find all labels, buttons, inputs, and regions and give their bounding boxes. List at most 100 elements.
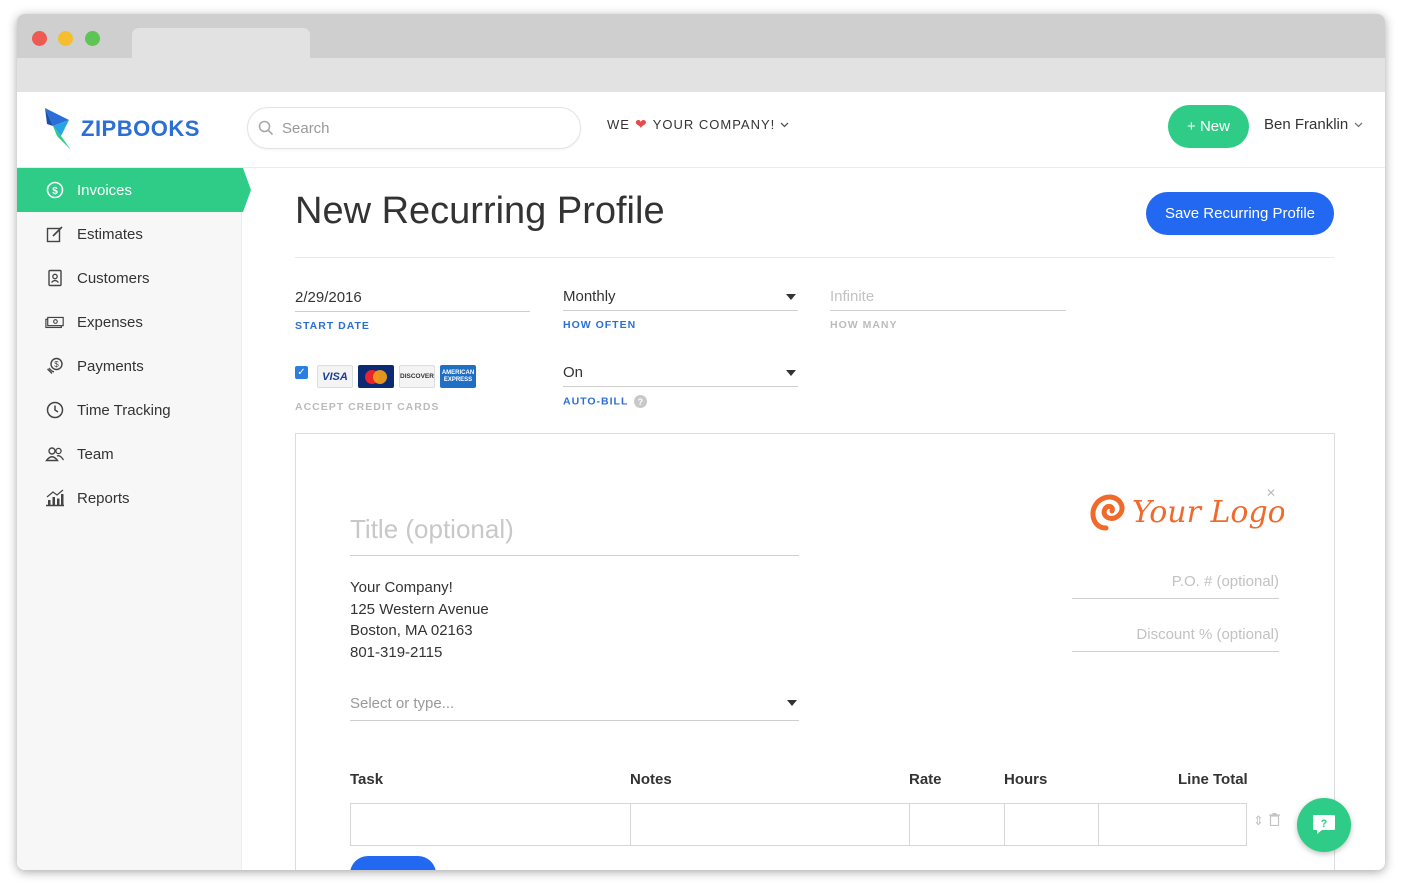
sidebar-item-label: Time Tracking bbox=[77, 401, 171, 419]
line-total-cell bbox=[1099, 804, 1246, 845]
add-line-item-button[interactable] bbox=[350, 856, 436, 870]
trash-icon[interactable] bbox=[1268, 813, 1280, 829]
svg-text:?: ? bbox=[1321, 818, 1328, 830]
auto-bill-label-row: AUTO-BILL? bbox=[563, 395, 798, 408]
accept-credit-cards-checkbox[interactable]: ✓ bbox=[295, 366, 308, 379]
chart-icon bbox=[45, 488, 65, 508]
notes-cell[interactable] bbox=[631, 804, 910, 845]
rate-cell[interactable] bbox=[910, 804, 1005, 845]
auto-bill-field[interactable]: On AUTO-BILL? bbox=[563, 359, 798, 408]
mastercard-icon bbox=[358, 365, 394, 388]
sidebar-item-payments[interactable]: $ Payments bbox=[17, 344, 241, 388]
address-line: Your Company! bbox=[350, 579, 453, 596]
invoice-title-input[interactable]: Title (optional) bbox=[350, 504, 799, 556]
how-often-label: HOW OFTEN bbox=[563, 319, 637, 331]
credit-cards-toggle[interactable]: ✓ VISA DISCOVER AMERICAN EXPRESS bbox=[295, 365, 476, 388]
amex-card-icon: AMERICAN EXPRESS bbox=[440, 365, 476, 388]
caret-down-icon bbox=[786, 369, 796, 376]
sidebar-item-label: Team bbox=[77, 445, 114, 463]
start-date-field[interactable]: 2/29/2016 START DATE bbox=[295, 284, 530, 332]
sidebar-item-label: Customers bbox=[77, 269, 150, 287]
user-menu[interactable]: Ben Franklin bbox=[1264, 116, 1363, 133]
discover-card-icon: DISCOVER bbox=[399, 365, 435, 388]
new-button[interactable]: + New bbox=[1168, 105, 1249, 148]
edit-icon bbox=[45, 224, 65, 244]
column-header-rate: Rate bbox=[909, 771, 942, 788]
contact-card-icon bbox=[45, 268, 65, 288]
how-many-input[interactable]: Infinite bbox=[830, 283, 1066, 311]
chat-help-icon: ? bbox=[1313, 815, 1335, 834]
company-name: YOUR COMPANY! bbox=[652, 117, 776, 132]
main-content: New Recurring Profile Save Recurring Pro… bbox=[242, 168, 1385, 870]
browser-titlebar bbox=[17, 14, 1385, 92]
app: ZIPBOOKS WE ❤ YOUR COMPANY! + New Ben Fr… bbox=[17, 92, 1385, 870]
caret-down-icon bbox=[787, 700, 797, 706]
help-icon[interactable]: ? bbox=[634, 395, 648, 408]
accept-credit-cards-label: ACCEPT CREDIT CARDS bbox=[295, 401, 440, 413]
auto-bill-select[interactable]: On bbox=[563, 359, 798, 387]
sidebar-item-team[interactable]: Team bbox=[17, 432, 241, 476]
hours-cell[interactable] bbox=[1005, 804, 1099, 845]
search-input[interactable] bbox=[282, 119, 562, 137]
logo-image: Your Logo bbox=[1090, 494, 1286, 531]
sidebar-item-reports[interactable]: Reports bbox=[17, 476, 241, 520]
client-select-placeholder: Select or type... bbox=[350, 694, 455, 712]
column-header-notes: Notes bbox=[630, 771, 672, 788]
heart-icon: ❤ bbox=[634, 116, 648, 132]
invoice-editor: Title (optional) Your Company! 125 Weste… bbox=[295, 433, 1335, 870]
sidebar-item-estimates[interactable]: Estimates bbox=[17, 212, 241, 256]
brand-name: ZIPBOOKS bbox=[81, 116, 200, 141]
company-address: Your Company! 125 Western Avenue Boston,… bbox=[350, 577, 489, 663]
save-recurring-profile-button[interactable]: Save Recurring Profile bbox=[1146, 192, 1334, 235]
sidebar-item-label: Reports bbox=[77, 489, 130, 507]
chevron-down-icon bbox=[780, 122, 789, 127]
search-box[interactable] bbox=[247, 107, 581, 149]
remove-logo-icon[interactable]: ✕ bbox=[1266, 486, 1276, 500]
auto-bill-label: AUTO-BILL bbox=[563, 395, 629, 408]
search-icon bbox=[258, 120, 274, 136]
how-many-label: HOW MANY bbox=[830, 319, 898, 331]
user-name: Ben Franklin bbox=[1264, 116, 1349, 133]
how-often-field[interactable]: Monthly HOW OFTEN bbox=[563, 283, 798, 331]
address-line: 125 Western Avenue bbox=[350, 600, 489, 618]
po-number-input[interactable]: P.O. # (optional) bbox=[1072, 564, 1279, 599]
company-menu-prefix: WE bbox=[607, 117, 630, 132]
svg-text:$: $ bbox=[52, 186, 58, 197]
brand-logo[interactable]: ZIPBOOKS bbox=[43, 106, 200, 152]
discount-input[interactable]: Discount % (optional) bbox=[1072, 617, 1279, 652]
close-window-button[interactable] bbox=[32, 31, 47, 46]
money-stack-icon bbox=[45, 312, 65, 332]
how-often-select[interactable]: Monthly bbox=[563, 283, 798, 311]
company-menu[interactable]: WE ❤ YOUR COMPANY! bbox=[607, 116, 789, 133]
browser-tab[interactable] bbox=[132, 28, 310, 59]
maximize-window-button[interactable] bbox=[85, 31, 100, 46]
reorder-icon[interactable]: ⇕ bbox=[1253, 813, 1264, 829]
address-line: 801-319-2115 bbox=[350, 643, 443, 661]
top-bar: ZIPBOOKS WE ❤ YOUR COMPANY! + New Ben Fr… bbox=[17, 92, 1385, 168]
sidebar: $ Invoices Estimates Customers Expenses … bbox=[17, 168, 251, 870]
line-item-tools: ⇕ bbox=[1253, 813, 1280, 829]
help-chat-button[interactable]: ? bbox=[1297, 798, 1351, 852]
sidebar-item-expenses[interactable]: Expenses bbox=[17, 300, 241, 344]
visa-card-icon: VISA bbox=[317, 365, 353, 388]
how-many-field[interactable]: Infinite HOW MANY bbox=[830, 283, 1066, 331]
sidebar-item-customers[interactable]: Customers bbox=[17, 256, 241, 300]
sidebar-item-invoices[interactable]: $ Invoices bbox=[17, 168, 251, 212]
browser-window: ZIPBOOKS WE ❤ YOUR COMPANY! + New Ben Fr… bbox=[17, 14, 1385, 870]
start-date-input[interactable]: 2/29/2016 bbox=[295, 284, 530, 312]
client-select[interactable]: Select or type... bbox=[350, 686, 799, 721]
column-header-line-total: Line Total bbox=[1178, 771, 1248, 788]
column-header-hours: Hours bbox=[1004, 771, 1048, 788]
sidebar-item-time-tracking[interactable]: Time Tracking bbox=[17, 388, 241, 432]
minimize-window-button[interactable] bbox=[58, 31, 73, 46]
how-often-value: Monthly bbox=[563, 288, 616, 305]
line-item-row bbox=[350, 803, 1247, 846]
column-header-task: Task bbox=[350, 771, 384, 788]
sidebar-item-label: Invoices bbox=[77, 181, 133, 199]
sidebar-item-label: Estimates bbox=[77, 225, 143, 243]
task-cell[interactable] bbox=[351, 804, 631, 845]
start-date-label: START DATE bbox=[295, 320, 370, 332]
chevron-down-icon bbox=[1354, 122, 1363, 127]
caret-down-icon bbox=[786, 293, 796, 300]
company-logo-placeholder[interactable]: Your Logo ✕ bbox=[1084, 484, 1286, 540]
